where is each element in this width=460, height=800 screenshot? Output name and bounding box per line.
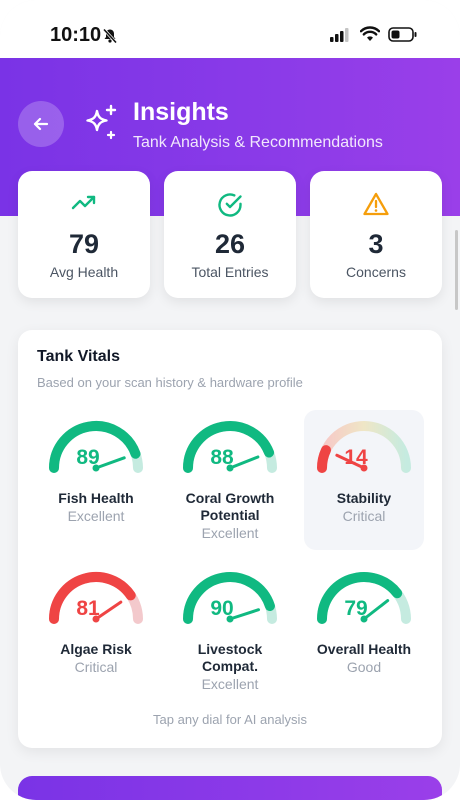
gauge-value: 90 xyxy=(210,597,233,620)
gauge-needle xyxy=(94,456,126,470)
gauge-fish-health[interactable]: 89 Fish Health Excellent xyxy=(36,410,156,550)
gauge-status: Critical xyxy=(342,508,386,524)
gauge-algae-risk[interactable]: 81 Algae Risk Critical xyxy=(36,561,156,701)
sparkles-icon xyxy=(82,104,120,147)
wifi-icon xyxy=(359,26,381,47)
phone-screen: 10:10 Insights Tank Analysis & Recommend… xyxy=(0,0,460,800)
gauge-stability[interactable]: 14 Stability Critical xyxy=(304,410,424,550)
stat-card-avg-health: 79 Avg Health xyxy=(18,171,150,298)
stat-card-concerns: 3 Concerns xyxy=(310,171,442,298)
back-button[interactable] xyxy=(18,101,64,147)
gauge-status: Excellent xyxy=(201,525,259,541)
gauge-label: Overall Health xyxy=(316,641,412,657)
next-section-card[interactable] xyxy=(18,776,442,800)
arrow-left-icon xyxy=(33,117,49,131)
gauge-dial: 88 xyxy=(183,421,277,473)
gauge-status: Good xyxy=(346,659,382,675)
gauge-value: 81 xyxy=(76,597,100,620)
gauge-livestock-compat[interactable]: 90 Livestock Compat. Excellent xyxy=(170,561,290,701)
gauge-label: Stability xyxy=(336,490,392,506)
gauge-needle xyxy=(228,608,261,621)
gauge-needle xyxy=(94,600,123,621)
stat-label: Total Entries xyxy=(191,264,269,280)
status-time: 10:10 xyxy=(50,24,102,46)
card-subtitle: Based on your scan history & hardware pr… xyxy=(37,375,303,390)
gauge-value: 14 xyxy=(344,446,368,469)
stat-value: 26 xyxy=(214,229,246,259)
gauge-dial: 89 xyxy=(49,421,143,473)
gauge-overall-health[interactable]: 79 Overall Health Good xyxy=(304,561,424,701)
gauge-needle xyxy=(228,455,260,470)
trending-up-icon xyxy=(70,191,98,220)
warning-icon xyxy=(362,191,390,222)
tank-vitals-card: Tank Vitals Based on your scan history &… xyxy=(18,330,442,748)
gauge-value: 79 xyxy=(344,597,367,620)
gauge-dial: 90 xyxy=(183,572,277,624)
gauge-label: Livestock Compat. xyxy=(197,641,263,674)
stat-value: 79 xyxy=(68,229,100,259)
gauge-label: Coral Growth Potential xyxy=(185,490,275,523)
battery-icon xyxy=(388,27,418,47)
gauge-dial: 14 xyxy=(317,421,411,473)
tap-hint: Tap any dial for AI analysis xyxy=(153,712,307,727)
scrollbar[interactable] xyxy=(455,230,458,310)
gauge-value: 89 xyxy=(76,446,99,469)
stat-value: 3 xyxy=(368,229,384,259)
gauge-dial: 79 xyxy=(317,572,411,624)
gauge-status: Excellent xyxy=(67,508,125,524)
page-title: Insights xyxy=(133,98,229,126)
gauge-label: Algae Risk xyxy=(60,641,132,657)
stat-label: Concerns xyxy=(346,264,406,280)
stat-card-total-entries: 26 Total Entries xyxy=(164,171,296,298)
gauge-status: Excellent xyxy=(201,676,259,692)
gauge-status: Critical xyxy=(74,659,118,675)
stat-label: Avg Health xyxy=(49,264,119,280)
gauge-label: Fish Health xyxy=(58,490,134,506)
page-subtitle: Tank Analysis & Recommendations xyxy=(133,134,383,151)
bell-muted-icon xyxy=(102,28,118,49)
gauge-coral-growth-potential[interactable]: 88 Coral Growth Potential Excellent xyxy=(170,410,290,550)
card-title: Tank Vitals xyxy=(37,348,120,365)
check-circle-icon xyxy=(216,191,244,224)
gauge-fill xyxy=(317,445,331,473)
cellular-signal-icon xyxy=(330,28,350,47)
gauge-value: 88 xyxy=(210,446,234,469)
gauge-dial: 81 xyxy=(49,572,143,624)
status-bar: 10:10 xyxy=(0,0,460,58)
